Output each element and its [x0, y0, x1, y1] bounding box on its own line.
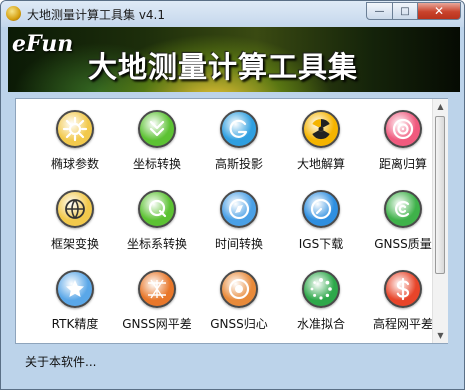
tool-label: 椭球参数: [50, 157, 99, 171]
about-link[interactable]: 关于本软件...: [25, 353, 96, 370]
banner-brand: eFun: [12, 31, 74, 57]
minimize-button[interactable]: —: [366, 2, 393, 20]
tool-button[interactable]: 距离归算: [363, 102, 443, 176]
tool-panel: 椭球参数 坐标转换 高斯投影 大地解算 距离归算框架变换 坐标系转换 时间转换 IGS下载 GN…: [15, 98, 448, 344]
radiation-icon-glyph: [312, 118, 330, 140]
double-chevron-down-icon-glyph: [149, 120, 165, 137]
vertical-scrollbar[interactable]: ▲ ▼: [432, 99, 448, 343]
loading-spinner-icon: [302, 270, 340, 308]
scroll-down-arrow[interactable]: ▼: [433, 328, 448, 343]
target-icon-glyph: [392, 118, 414, 140]
tool-label: 水准拟合: [296, 317, 345, 331]
tool-button[interactable]: 框架变换: [35, 182, 115, 256]
dollar-icon-glyph: [396, 277, 410, 301]
globe-icon: [56, 190, 94, 228]
title-bar[interactable]: 大地测量计算工具集 v4.1 — □ ✕: [1, 1, 464, 27]
tool-label: GNSS网平差: [122, 317, 192, 331]
tool-grid: 椭球参数 坐标转换 高斯投影 大地解算 距离归算框架变换 坐标系转换 时间转换 IGS下载 GN…: [16, 99, 433, 343]
scroll-thumb[interactable]: [435, 116, 445, 274]
tool-button[interactable]: GNSS网平差: [117, 262, 197, 336]
tool-button[interactable]: 时间转换: [199, 182, 279, 256]
tool-button[interactable]: 坐标系转换: [117, 182, 197, 256]
tool-button[interactable]: IGS下载: [281, 182, 361, 256]
g-logo-icon: [220, 110, 258, 148]
tool-label: 距离归算: [378, 157, 427, 171]
tool-label: GNSS归心: [210, 317, 268, 331]
tool-label: 时间转换: [214, 237, 263, 251]
tool-label: 大地解算: [296, 157, 345, 171]
tool-button[interactable]: 椭球参数: [35, 102, 115, 176]
gear-icon-glyph: [62, 116, 88, 142]
ring-target-icon-glyph: [228, 278, 250, 300]
tool-button[interactable]: 水准拟合: [281, 262, 361, 336]
tool-button[interactable]: 高斯投影: [199, 102, 279, 176]
clock-icon: [302, 190, 340, 228]
banner: eFun 大地测量计算工具集: [8, 27, 460, 92]
compass-icon-glyph: [228, 198, 250, 220]
tool-button[interactable]: GNSS质量: [363, 182, 443, 256]
tool-label: GNSS质量: [374, 237, 432, 251]
close-button[interactable]: ✕: [417, 2, 461, 20]
target-icon: [384, 110, 422, 148]
window-title: 大地测量计算工具集 v4.1: [27, 8, 166, 22]
cc-logo-icon-glyph: [395, 200, 410, 218]
q-circle-icon-glyph: [148, 199, 167, 218]
tool-label: 高程网平差: [372, 317, 433, 331]
tool-label: 框架变换: [50, 237, 99, 251]
tool-button[interactable]: 高程网平差: [363, 262, 443, 336]
network-icon-glyph: [148, 279, 166, 299]
tool-label: IGS下载: [298, 237, 344, 251]
radiation-icon: [302, 110, 340, 148]
app-window: 大地测量计算工具集 v4.1 — □ ✕ eFun 大地测量计算工具集 椭球参数…: [0, 0, 465, 390]
tool-label: 高斯投影: [214, 157, 263, 171]
maximize-button[interactable]: □: [392, 2, 418, 20]
tool-button[interactable]: 坐标转换: [117, 102, 197, 176]
tool-button[interactable]: GNSS归心: [199, 262, 279, 336]
banner-title: 大地测量计算工具集: [88, 50, 359, 84]
double-chevron-down-icon: [138, 110, 176, 148]
dollar-icon: [384, 270, 422, 308]
gear-icon: [56, 110, 94, 148]
tool-label: 坐标系转换: [126, 237, 187, 251]
tool-button[interactable]: RTK精度: [35, 262, 115, 336]
scroll-up-arrow[interactable]: ▲: [433, 99, 448, 114]
tool-label: 坐标转换: [132, 157, 181, 171]
star-icon-glyph: [66, 280, 84, 297]
star-icon: [56, 270, 94, 308]
tool-button[interactable]: 大地解算: [281, 102, 361, 176]
globe-icon-glyph: [65, 199, 85, 219]
g-logo-icon-glyph: [229, 119, 248, 138]
q-circle-icon: [138, 190, 176, 228]
network-icon: [138, 270, 176, 308]
clock-icon-glyph: [310, 198, 332, 220]
cc-logo-icon: [384, 190, 422, 228]
compass-icon: [220, 190, 258, 228]
ring-target-icon: [220, 270, 258, 308]
app-icon: [6, 6, 21, 21]
tool-label: RTK精度: [51, 317, 99, 331]
loading-spinner-icon-glyph: [310, 278, 332, 300]
